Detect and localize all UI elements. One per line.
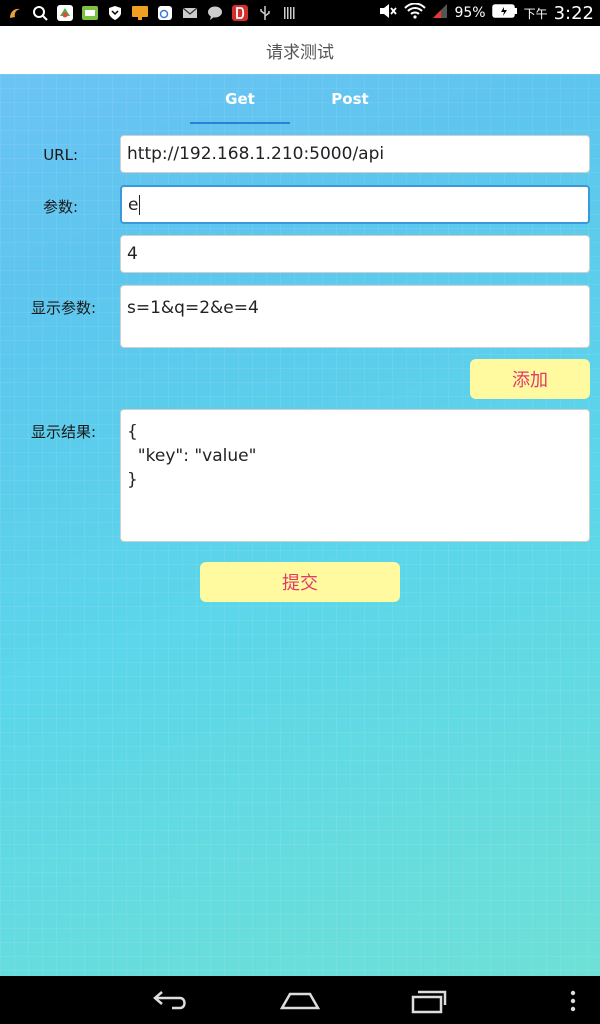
tab-get[interactable]: Get [190,74,290,124]
result-field[interactable]: { "key": "value" } [120,409,590,542]
weibo-icon [156,4,174,22]
home-icon[interactable] [279,988,321,1016]
result-value: { "key": "value" } [127,422,257,490]
app-title-bar: 请求测试 [0,26,600,74]
url-input[interactable]: http://192.168.1.210:5000/api [120,135,590,173]
tab-post[interactable]: Post [300,74,400,124]
display-params-field[interactable]: s=1&q=2&e=4 [120,285,590,348]
add-button[interactable]: 添加 [470,359,590,399]
text-cursor [139,194,141,215]
param-label: 参数: [42,198,78,216]
clock: 3:22 [553,2,594,24]
monitor-icon [131,4,149,22]
tab-bar: Get Post [190,74,410,124]
uc-browser-icon [6,4,24,22]
time-prefix: 下午 [523,6,548,21]
wifi-icon [404,2,427,23]
url-input-value: http://192.168.1.210:5000/api [127,144,385,164]
page-title: 请求测试 [266,42,334,63]
url-label: URL: [43,146,78,164]
usb-icon [256,4,274,22]
mute-icon [378,3,398,23]
barcode-icon [281,4,299,22]
app-store-icon [56,4,74,22]
iqiyi-icon [81,4,99,22]
mail-icon [181,4,199,22]
overflow-menu-icon[interactable] [568,990,578,1016]
display-params-value: s=1&q=2&e=4 [127,298,259,318]
display-params-label: 显示参数: [30,299,96,317]
recent-apps-icon[interactable] [410,988,448,1018]
back-icon[interactable] [152,988,190,1016]
navigation-bar [0,976,600,1024]
submit-button[interactable]: 提交 [200,562,400,602]
main-content: Get Post URL: http://192.168.1.210:5000/… [0,74,600,976]
param-key-input[interactable]: e [120,185,590,224]
d-app-icon [231,4,249,22]
chat-bubble-icon [206,4,224,22]
result-label: 显示结果: [30,423,96,441]
shield-icon [106,4,124,22]
battery-icon [491,3,518,23]
search-icon [31,4,49,22]
battery-percent: 95% [454,5,486,21]
param-key-value: e [128,194,139,215]
status-bar: 95% 下午 3:22 [0,0,600,26]
param-value-input[interactable]: 4 [120,235,590,273]
signal-icon [432,3,448,23]
param-value-value: 4 [127,244,138,264]
